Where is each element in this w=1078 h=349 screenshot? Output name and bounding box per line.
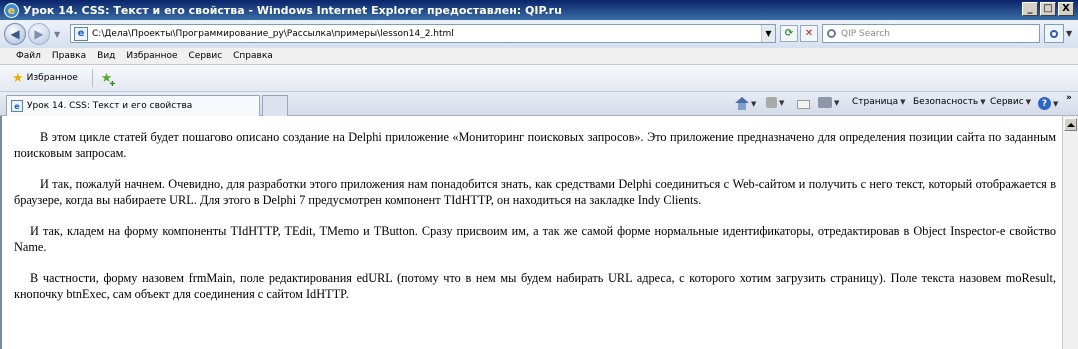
favorites-star-icon[interactable]: ★ (12, 72, 24, 85)
help-menu-button[interactable]: ? ▼ (1038, 97, 1058, 110)
menu-edit[interactable]: Правка (52, 51, 86, 61)
magnifier-icon (1050, 29, 1058, 38)
menu-file[interactable]: Файл (16, 51, 41, 61)
favorites-bar: ★ Избранное ★ (0, 65, 1078, 92)
history-dropdown-icon[interactable]: ▼ (54, 30, 60, 39)
address-toolbar: ◀ ▶ ▼ e C:\Дела\Проекты\Программирование… (0, 20, 1078, 48)
stop-button[interactable]: ✕ (800, 25, 818, 42)
address-input[interactable]: C:\Дела\Проекты\Программирование_ру\Расс… (92, 29, 454, 39)
search-box[interactable]: QIP Search (822, 24, 1040, 43)
tab-page-icon: e (11, 100, 23, 112)
tools-menu-label: Сервис (990, 97, 1024, 107)
help-icon: ? (1038, 97, 1051, 110)
refresh-button[interactable]: ⟳ (780, 25, 798, 42)
tab-bar: e Урок 14. CSS: Текст и его свойства ▼ ▼… (0, 92, 1078, 116)
address-bar[interactable]: e C:\Дела\Проекты\Программирование_ру\Ра… (70, 24, 776, 43)
page-icon: e (74, 26, 88, 41)
mail-button[interactable] (797, 100, 810, 109)
article-paragraph-2: И так, пожалуй начнем. Очевидно, для раз… (14, 177, 1056, 207)
menu-view[interactable]: Вид (97, 51, 115, 61)
page-menu-label: Страница (852, 97, 899, 107)
more-commands-button[interactable]: » (1066, 93, 1072, 103)
home-icon (735, 97, 749, 110)
home-button[interactable]: ▼ (735, 97, 756, 110)
minimize-button[interactable]: _ (1022, 2, 1038, 16)
article: В этом цикле статей будет пошагово описа… (2, 116, 1062, 302)
favorites-button[interactable]: Избранное (27, 73, 78, 83)
ie-logo-icon: e (4, 2, 19, 18)
mail-icon (797, 100, 810, 109)
article-paragraph-1: В этом цикле статей будет пошагово описа… (14, 130, 1056, 160)
menu-tools[interactable]: Сервис (189, 51, 223, 61)
maximize-button[interactable]: □ (1040, 2, 1056, 16)
new-tab-button[interactable] (262, 95, 288, 116)
rss-icon (766, 97, 777, 108)
tools-menu-button[interactable]: Сервис ▼ (990, 97, 1031, 107)
print-button[interactable]: ▼ (818, 97, 839, 108)
search-options-dropdown-icon[interactable]: ▼ (1066, 29, 1072, 38)
search-icon (827, 29, 836, 38)
article-paragraph-4: В частности, форму назовем frmMain, поле… (14, 271, 1056, 301)
forward-button[interactable]: ▶ (28, 23, 50, 45)
address-dropdown-icon[interactable]: ▼ (761, 25, 775, 42)
search-input[interactable]: QIP Search (841, 29, 890, 39)
scroll-up-button[interactable] (1064, 118, 1077, 131)
safety-menu-button[interactable]: Безопасность ▼ (913, 97, 986, 107)
title-bar: e Урок 14. CSS: Текст и его свойства - W… (0, 0, 1078, 20)
add-favorite-icon[interactable]: ★ (101, 72, 115, 88)
menu-bar: Файл Правка Вид Избранное Сервис Справка (0, 48, 1078, 65)
feeds-button[interactable]: ▼ (766, 97, 784, 108)
back-button[interactable]: ◀ (4, 23, 26, 45)
printer-icon (818, 97, 832, 108)
tab-title: Урок 14. CSS: Текст и его свойства (27, 101, 193, 111)
page-menu-button[interactable]: Страница ▼ (852, 97, 906, 107)
page-content: В этом цикле статей будет пошагово описа… (0, 116, 1062, 349)
menu-help[interactable]: Справка (233, 51, 273, 61)
active-tab[interactable]: e Урок 14. CSS: Текст и его свойства (6, 95, 260, 116)
vertical-scrollbar[interactable] (1062, 116, 1078, 349)
article-paragraph-3: И так, кладем на форму компоненты TIdHTT… (14, 224, 1056, 254)
safety-menu-label: Безопасность (913, 97, 979, 107)
menu-favorites[interactable]: Избранное (126, 51, 177, 61)
window-title: Урок 14. CSS: Текст и его свойства - Win… (23, 3, 562, 17)
window-controls: _ □ X (1022, 2, 1074, 16)
search-button[interactable] (1044, 24, 1064, 43)
toolbar-separator (91, 69, 93, 87)
close-button[interactable]: X (1058, 2, 1074, 16)
